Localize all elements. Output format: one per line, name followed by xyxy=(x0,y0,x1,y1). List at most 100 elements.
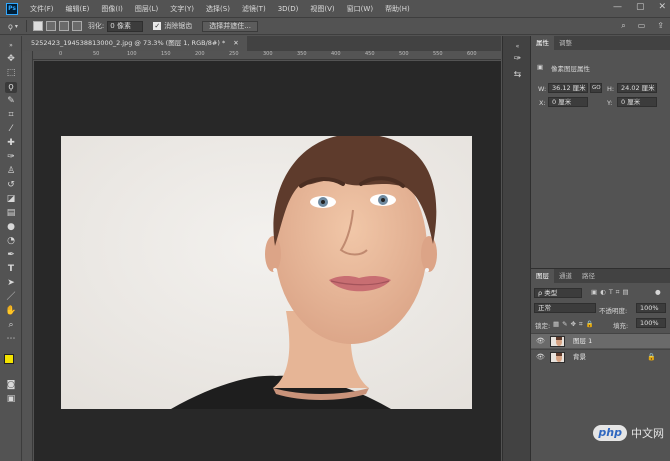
tab-channels[interactable]: 通道 xyxy=(554,269,577,283)
tab-paths[interactable]: 路径 xyxy=(577,269,600,283)
panel-icon-column: « ✑ ⇆ xyxy=(502,36,531,461)
options-right-icons: ⌕ ▭ ⇪ xyxy=(621,21,664,31)
path-selection-tool-icon[interactable]: ➤ xyxy=(5,278,17,289)
line-tool-icon[interactable]: ／ xyxy=(5,292,17,303)
pen-tool-icon[interactable]: ✒ xyxy=(5,250,17,261)
search-icon[interactable]: ⌕ xyxy=(621,21,625,31)
menu-edit[interactable]: 编辑(E) xyxy=(66,4,90,14)
menu-type[interactable]: 文字(Y) xyxy=(170,4,194,14)
menu-window[interactable]: 窗口(W) xyxy=(347,4,373,14)
blend-mode-select[interactable]: 正常 xyxy=(534,303,596,313)
height-label: H: xyxy=(607,85,615,93)
share-icon[interactable]: ⇪ xyxy=(657,21,664,31)
visibility-eye-icon[interactable]: 👁 xyxy=(536,350,545,365)
menu-bar: Ps 文件(F) 编辑(E) 图像(I) 图层(L) 文字(Y) 选择(S) 滤… xyxy=(0,0,670,17)
quick-mask-icon[interactable]: ◙ xyxy=(5,380,17,391)
menu-help[interactable]: 帮助(H) xyxy=(385,4,410,14)
type-tool-icon[interactable]: T xyxy=(5,264,17,275)
canvas-area[interactable] xyxy=(34,61,501,461)
crop-tool-icon[interactable]: ⌗ xyxy=(5,110,17,121)
visibility-eye-icon[interactable]: 👁 xyxy=(536,334,545,349)
tab-properties[interactable]: 属性 xyxy=(531,36,554,50)
subtract-selection-icon[interactable] xyxy=(58,21,69,31)
document-tab-title: 5252423_194538813000_2.jpg @ 73.3% (图层 1… xyxy=(31,39,226,47)
properties-panel: 属性 调整 ▣ 像素图层属性 W: 36.12 厘米 GO H: 24.02 厘… xyxy=(531,36,670,266)
dodge-tool-icon[interactable]: ◔ xyxy=(5,236,17,247)
layer-filter-icons[interactable]: ▣◐T⌗▤ xyxy=(591,288,632,297)
tab-adjustments[interactable]: 调整 xyxy=(554,36,577,50)
blur-tool-icon[interactable]: ● xyxy=(5,222,17,233)
brush-settings-icon[interactable]: ✑ xyxy=(512,54,523,64)
antialias-checkbox[interactable]: ✓ xyxy=(153,22,162,30)
height-field[interactable]: 24.02 厘米 xyxy=(617,83,657,93)
foreground-color-swatch[interactable] xyxy=(4,354,14,364)
quick-select-tool-icon[interactable]: ✎ xyxy=(5,96,17,107)
fill-label: 填充: xyxy=(613,322,629,330)
maximize-icon[interactable]: ▢ xyxy=(636,2,645,12)
ruler-mark: 400 xyxy=(331,51,341,57)
photoshop-logo-icon: Ps xyxy=(6,2,18,15)
intersect-selection-icon[interactable] xyxy=(71,21,82,31)
menu-image[interactable]: 图像(I) xyxy=(101,4,123,14)
x-field[interactable]: 0 厘米 xyxy=(548,97,588,107)
link-dimensions-button[interactable]: GO xyxy=(590,83,602,93)
hand-tool-icon[interactable]: ✋ xyxy=(5,306,17,317)
new-selection-icon[interactable] xyxy=(32,21,43,31)
menu-filter[interactable]: 滤镜(T) xyxy=(242,4,266,14)
close-tab-icon[interactable]: ✕ xyxy=(233,39,238,47)
adjustments-icon[interactable]: ⇆ xyxy=(512,70,523,80)
menu-select[interactable]: 选择(S) xyxy=(206,4,230,14)
y-field[interactable]: 0 厘米 xyxy=(617,97,657,107)
ruler-mark: 300 xyxy=(263,51,273,57)
feather-input[interactable]: 0 像素 xyxy=(107,20,144,32)
feather-label: 羽化: xyxy=(87,22,105,30)
lasso-tool-icon[interactable]: ϙ xyxy=(5,82,17,93)
close-icon[interactable]: ✕ xyxy=(658,2,666,12)
marquee-tool-icon[interactable]: ⬚ xyxy=(5,68,17,79)
lock-icons[interactable]: ▦✎✥⌗🔒 xyxy=(553,320,597,329)
portrait-image xyxy=(61,136,472,409)
menu-layer[interactable]: 图层(L) xyxy=(135,4,158,14)
screen-mode-icon[interactable]: ▣ xyxy=(5,394,17,405)
width-field[interactable]: 36.12 厘米 xyxy=(548,83,588,93)
opacity-field[interactable]: 100% xyxy=(636,303,666,313)
menu-view[interactable]: 视图(V) xyxy=(310,4,334,14)
brush-tool-icon[interactable]: ✑ xyxy=(5,152,17,163)
properties-title: 像素图层属性 xyxy=(551,65,590,73)
filter-toggle-icon[interactable]: ● xyxy=(655,288,661,296)
lasso-tool-icon[interactable]: ϙ xyxy=(8,22,13,31)
layer-thumbnail xyxy=(550,352,565,363)
healing-brush-tool-icon[interactable]: ✚ xyxy=(5,138,17,149)
layer-filter-select[interactable]: ρ 类型 xyxy=(534,288,582,298)
collapse-icon[interactable]: » xyxy=(5,40,17,51)
more-tools-icon[interactable]: ⋯ xyxy=(5,334,17,345)
eyedropper-tool-icon[interactable]: ⁄ xyxy=(5,124,17,135)
watermark: php 中文网 xyxy=(593,425,664,441)
document-tab[interactable]: 5252423_194538813000_2.jpg @ 73.3% (图层 1… xyxy=(23,36,247,51)
layer-row[interactable]: 👁 背景 🔒 xyxy=(531,349,670,364)
tab-layers[interactable]: 图层 xyxy=(531,269,554,283)
antialias-label: 消除锯齿 xyxy=(164,22,193,30)
minimize-icon[interactable]: — xyxy=(613,2,622,12)
collapse-panels-icon[interactable]: « xyxy=(512,42,523,52)
move-tool-icon[interactable]: ✥ xyxy=(5,54,17,65)
menu-file[interactable]: 文件(F) xyxy=(30,4,54,14)
portrait-photo[interactable] xyxy=(61,136,472,409)
zoom-tool-icon[interactable]: ⌕ xyxy=(5,320,17,331)
eraser-tool-icon[interactable]: ◪ xyxy=(5,194,17,205)
workspace-icon[interactable]: ▭ xyxy=(638,21,646,31)
menu-3d[interactable]: 3D(D) xyxy=(278,5,299,13)
add-selection-icon[interactable] xyxy=(45,21,56,31)
tools-panel: » ✥ ⬚ ϙ ✎ ⌗ ⁄ ✚ ✑ ♙ ↺ ◪ ▤ ● ◔ ✒ T ➤ ／ ✋ … xyxy=(0,36,22,461)
select-and-mask-button[interactable]: 选择并遮住... xyxy=(202,20,258,32)
chevron-down-icon[interactable]: ▾ xyxy=(15,23,18,30)
clone-stamp-tool-icon[interactable]: ♙ xyxy=(5,166,17,177)
ruler-mark: 150 xyxy=(161,51,171,57)
fill-field[interactable]: 100% xyxy=(636,318,666,328)
opacity-label: 不透明度: xyxy=(599,307,628,315)
lock-label: 锁定: xyxy=(535,322,551,330)
ruler-mark: 500 xyxy=(399,51,409,57)
gradient-tool-icon[interactable]: ▤ xyxy=(5,208,17,219)
layer-row[interactable]: 👁 图层 1 xyxy=(531,333,670,348)
history-brush-tool-icon[interactable]: ↺ xyxy=(5,180,17,191)
